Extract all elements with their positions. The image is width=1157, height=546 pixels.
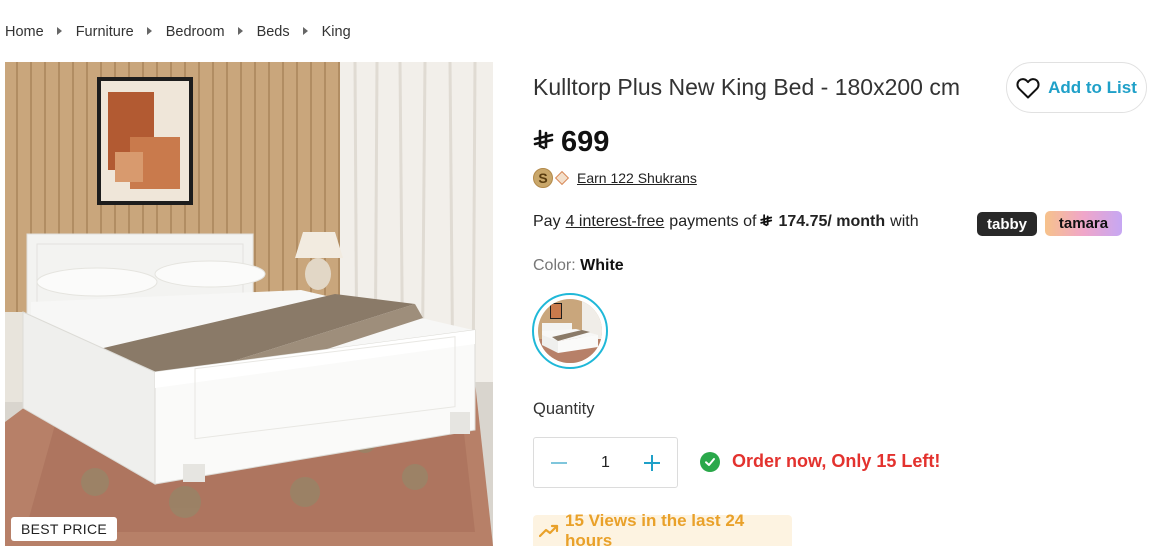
chevron-right-icon (302, 27, 308, 35)
color-swatch-white[interactable] (532, 293, 608, 369)
breadcrumb-bedroom[interactable]: Bedroom (166, 24, 225, 40)
product-price: 699 (533, 126, 609, 159)
swatch-thumbnail (538, 299, 602, 363)
breadcrumb-king[interactable]: King (322, 24, 351, 40)
installments-suffix: with (890, 213, 919, 230)
shukran-diamond-icon (554, 170, 570, 186)
quantity-label: Quantity (533, 400, 595, 418)
color-row: Color: White (533, 257, 624, 275)
chevron-right-icon (56, 27, 62, 35)
shukrans-row: S Earn 122 Shukrans (533, 168, 697, 188)
product-title: Kulltorp Plus New King Bed - 180x200 cm (533, 74, 960, 100)
tamara-logo[interactable]: tamara (1045, 211, 1122, 236)
installments-middle: payments of (669, 213, 757, 230)
saudi-riyal-icon (533, 126, 555, 159)
breadcrumb-furniture[interactable]: Furniture (76, 24, 134, 40)
tabby-logo[interactable]: tabby (977, 212, 1037, 236)
add-to-list-label: Add to List (1048, 77, 1137, 97)
add-to-list-button[interactable]: Add to List (1006, 62, 1147, 113)
stock-alert: Order now, Only 15 Left! (700, 451, 940, 472)
views-banner: 15 Views in the last 24 hours (533, 511, 792, 546)
quantity-value[interactable]: 1 (586, 454, 626, 472)
decrease-quantity-button[interactable] (548, 452, 570, 474)
breadcrumb-beds[interactable]: Beds (257, 24, 290, 40)
installment-amount: 174.75/ month (778, 213, 886, 230)
breadcrumb: Home Furniture Bedroom Beds King (5, 22, 351, 42)
product-image[interactable]: BEST PRICE (5, 62, 493, 546)
check-circle-icon (700, 451, 720, 472)
best-price-badge: BEST PRICE (11, 517, 117, 541)
color-value: White (580, 257, 624, 274)
interest-free-link[interactable]: 4 interest-free (566, 213, 665, 231)
shukran-coin-icon: S (533, 168, 553, 188)
trending-up-icon (539, 524, 559, 538)
breadcrumb-home[interactable]: Home (5, 24, 44, 40)
chevron-right-icon (237, 27, 243, 35)
stock-message: Order now, Only 15 Left! (732, 451, 941, 471)
installments-prefix: Pay (533, 213, 561, 230)
installments-row: Pay 4 interest-free payments of 174.75/ … (533, 213, 919, 231)
chevron-right-icon (146, 27, 152, 35)
price-amount: 699 (561, 126, 610, 158)
shukrans-link[interactable]: Earn 122 Shukrans (577, 170, 697, 186)
bed-photo (5, 62, 493, 546)
color-label: Color: (533, 257, 576, 274)
quantity-stepper: 1 (533, 437, 678, 488)
minus-icon (551, 461, 567, 464)
views-message: 15 Views in the last 24 hours (565, 510, 745, 546)
plus-icon (644, 454, 660, 471)
heart-icon (1016, 77, 1040, 99)
saudi-riyal-icon (760, 214, 773, 230)
increase-quantity-button[interactable] (641, 452, 663, 474)
